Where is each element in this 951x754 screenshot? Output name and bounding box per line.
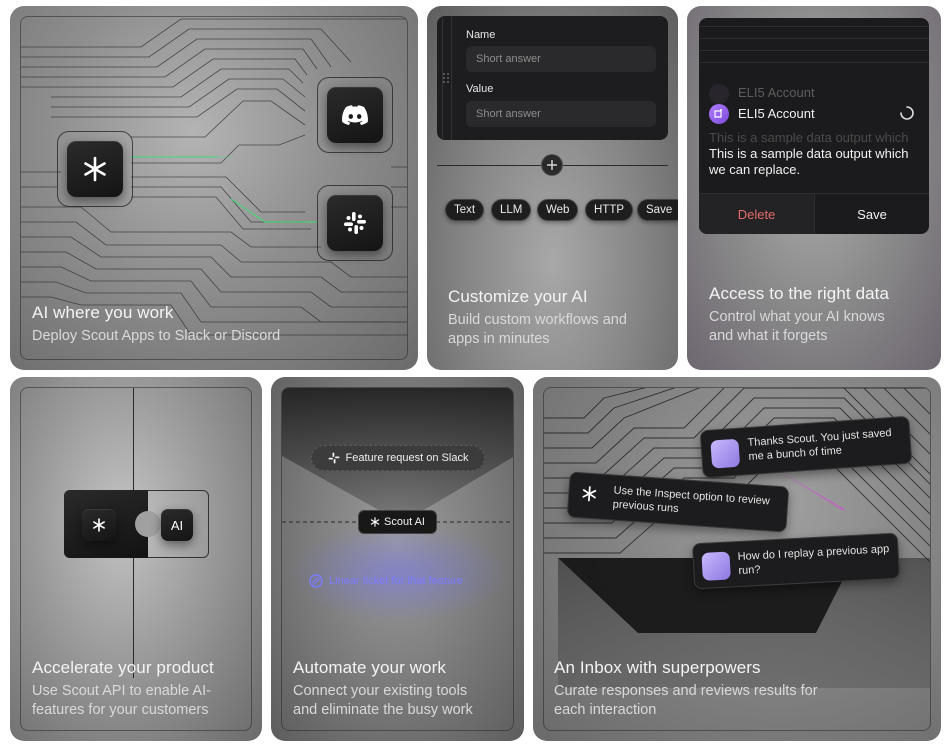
card-title: AI where you work (32, 303, 174, 322)
card-title: Automate your work (293, 658, 446, 677)
message-text: How do I replay a previous app run? (737, 543, 890, 578)
funnel-shape (282, 388, 513, 623)
save-button[interactable]: Save (815, 194, 929, 234)
name-label: Name (466, 29, 496, 41)
card-description-line2: and what it forgets (709, 328, 828, 344)
trigger-pill[interactable]: Feature request on Slack (311, 445, 485, 471)
stack-edge (699, 50, 929, 51)
chip-llm[interactable]: LLM (491, 199, 532, 221)
value-input[interactable]: Short answer (466, 101, 656, 127)
stack-edge (699, 38, 929, 39)
output-ghost-text: This is a sample data output which (709, 130, 909, 145)
form-panel: Name Short answer Value Short answer (437, 16, 668, 140)
scout-api-button[interactable] (82, 509, 116, 541)
card-title: Accelerate your product (32, 658, 214, 677)
asterisk-icon (84, 156, 106, 182)
avatar (701, 551, 731, 581)
card-frame (281, 387, 514, 731)
card-description-line1: Use Scout API to enable AI- (32, 683, 211, 699)
discord-icon (342, 105, 368, 125)
card-description-line1: Connect your existing tools (293, 683, 468, 699)
card-automate-work: Feature request on Slack Scout AI Linear… (271, 377, 524, 741)
card-description-line1: Build custom workflows and (448, 312, 627, 328)
account-label: ELI5 Account (738, 106, 815, 121)
card-access-right-data: ELI5 Account ELI5 Account This is a samp… (687, 6, 941, 370)
trigger-label: Feature request on Slack (345, 452, 469, 464)
scout-app-button[interactable] (67, 141, 123, 197)
card-accelerate-product: AI Accelerate your product Use Scout API… (10, 377, 262, 741)
agent-pill[interactable]: Scout AI (358, 510, 437, 534)
output-text: This is a sample data output which we ca… (709, 146, 924, 178)
chip-http[interactable]: HTTP (585, 199, 634, 221)
panel-rail-line (451, 16, 452, 140)
puzzle-notch (135, 511, 161, 537)
asterisk-icon (93, 518, 105, 532)
card-description-line1: Curate responses and reviews results for (554, 683, 818, 699)
card-description-line2: and eliminate the busy work (293, 702, 473, 718)
linear-icon (309, 574, 323, 588)
drag-handle-icon[interactable] (442, 72, 450, 84)
chip-web[interactable]: Web (537, 199, 579, 221)
card-inbox-superpowers: Thanks Scout. You just saved me a bunch … (533, 377, 941, 741)
chip-save[interactable]: Save (637, 199, 678, 221)
card-title: Access to the right data (709, 284, 890, 303)
account-ghost-label: ELI5 Account (738, 85, 815, 100)
agent-label: Scout AI (384, 516, 425, 528)
chip-text[interactable]: Text (445, 199, 485, 221)
stack-edge (699, 26, 929, 27)
card-title: An Inbox with superpowers (554, 658, 761, 677)
avatar (710, 438, 741, 469)
data-panel: ELI5 Account ELI5 Account This is a samp… (699, 18, 929, 234)
discord-app-button[interactable] (327, 87, 383, 143)
slack-icon (328, 452, 340, 464)
card-ai-where-you-work: AI where you work Deploy Scout Apps to S… (10, 6, 418, 370)
add-block-button[interactable] (541, 154, 563, 176)
result-label: Linear ticket for that feature (329, 575, 463, 587)
ai-button[interactable]: AI (161, 509, 193, 541)
card-customize-your-ai: Name Short answer Value Short answer Tex… (427, 6, 678, 370)
message-text: Thanks Scout. You just saved me a bunch … (747, 427, 892, 464)
spinner-icon (900, 106, 914, 120)
card-description-line2: apps in minutes (448, 331, 550, 347)
asterisk-icon (370, 517, 380, 527)
result-pill[interactable]: Linear ticket for that feature (309, 570, 489, 592)
card-description-line2: features for your customers (32, 702, 209, 718)
message-text: Use the Inspect option to review previou… (612, 484, 771, 516)
name-input[interactable]: Short answer (466, 46, 656, 72)
delete-button[interactable]: Delete (699, 194, 814, 234)
slack-app-button[interactable] (327, 195, 383, 251)
card-description-line1: Control what your AI knows (709, 309, 885, 325)
value-label: Value (466, 83, 494, 95)
card-description: Deploy Scout Apps to Slack or Discord (32, 328, 281, 344)
card-description-line2: each interaction (554, 702, 657, 718)
card-frame (20, 387, 252, 731)
account-icon (709, 104, 729, 124)
plus-icon (547, 160, 557, 170)
asterisk-icon (582, 486, 597, 502)
stack-edge (699, 62, 929, 63)
card-title: Customize your AI (448, 287, 588, 306)
account-icon (709, 84, 729, 104)
slack-icon (344, 212, 366, 234)
